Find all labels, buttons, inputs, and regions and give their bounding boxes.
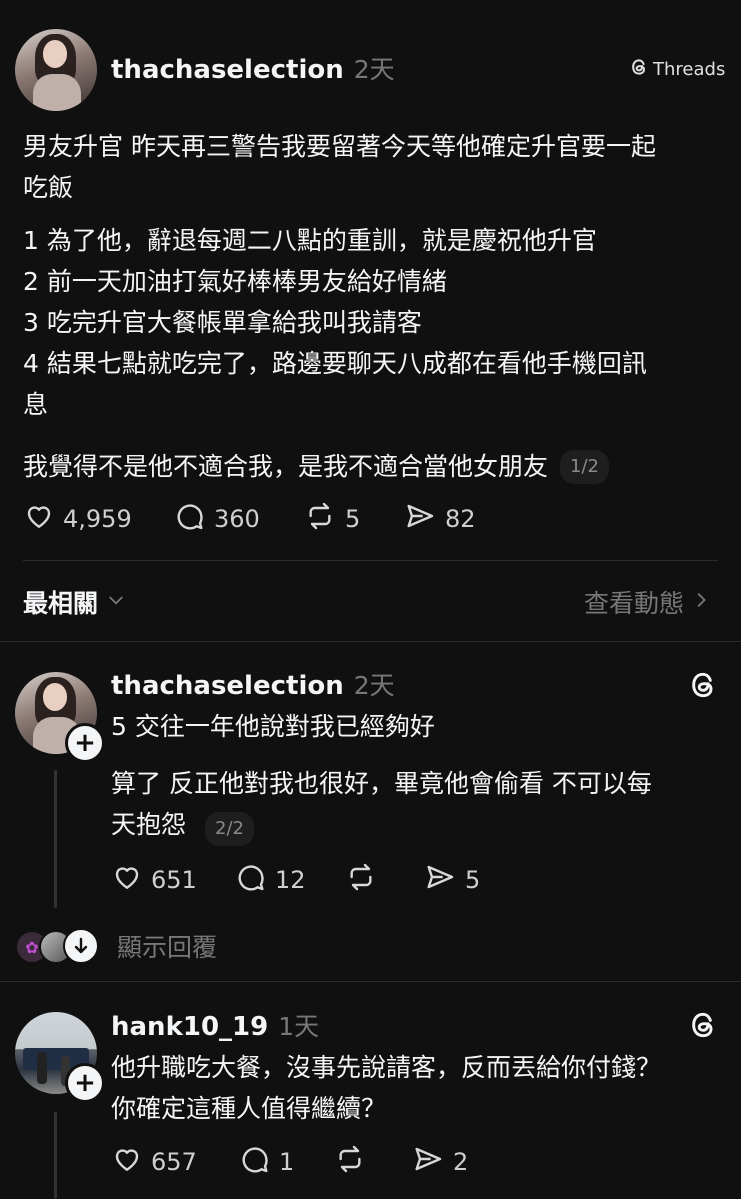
threads-logo-icon bbox=[629, 57, 649, 82]
reply1-line1: 5 交往一年他說對我已經夠好 bbox=[111, 712, 435, 741]
heart-icon bbox=[111, 861, 151, 899]
reply1-comment-count: 12 bbox=[275, 866, 306, 894]
reply1-time: 2天 bbox=[353, 671, 395, 700]
heart-icon bbox=[23, 500, 63, 538]
comment-icon bbox=[239, 1143, 279, 1181]
post-actions: 4,959 360 5 82 bbox=[23, 500, 723, 538]
repost-icon bbox=[303, 500, 345, 538]
post-paragraph-2: 1 為了他，辭退每週二八點的重訓，就是慶祝他升官 2 前一天加油打氣好棒棒男友給… bbox=[23, 226, 647, 419]
show-replies-label: 顯示回覆 bbox=[117, 933, 218, 962]
reply2-like-count: 657 bbox=[151, 1148, 197, 1176]
chevron-right-icon bbox=[694, 590, 710, 614]
post-avatar[interactable] bbox=[15, 29, 97, 111]
comment-button[interactable]: 360 bbox=[174, 500, 260, 538]
page-indicator-badge: 1/2 bbox=[560, 449, 609, 484]
repost-icon bbox=[333, 1143, 375, 1181]
threads-brand-label: Threads bbox=[653, 59, 726, 80]
reply2-repost-button[interactable] bbox=[333, 1143, 375, 1181]
reply1-page-badge: 2/2 bbox=[205, 812, 254, 846]
repost-button[interactable]: 5 bbox=[303, 500, 360, 538]
reply2-text: 他升職吃大餐，沒事先說請客，反而丟給你付錢？ 你確定這種人值得繼續？ bbox=[111, 1053, 662, 1123]
sort-dropdown[interactable]: 最相關 bbox=[23, 584, 126, 620]
reply1-like-count: 651 bbox=[151, 866, 197, 894]
follow-plus-button[interactable]: + bbox=[65, 723, 105, 763]
reply1-actions: 651 12 5 bbox=[111, 861, 711, 899]
heart-icon bbox=[111, 1143, 151, 1181]
reply-divider bbox=[0, 981, 741, 982]
chevron-down-icon bbox=[106, 590, 126, 614]
threads-logo-icon[interactable] bbox=[687, 1009, 719, 1045]
reply1-share-button[interactable]: 5 bbox=[423, 861, 480, 899]
reply2-time: 1天 bbox=[278, 1012, 320, 1041]
reply2-actions: 657 1 2 bbox=[111, 1143, 711, 1181]
follow-plus-button[interactable]: + bbox=[65, 1063, 105, 1103]
like-button[interactable]: 4,959 bbox=[23, 500, 132, 538]
reply2-username[interactable]: hank10_19 bbox=[111, 1012, 268, 1042]
like-count: 4,959 bbox=[63, 505, 132, 533]
reply1-like-button[interactable]: 651 bbox=[111, 861, 197, 899]
reply1-comment-button[interactable]: 12 bbox=[235, 861, 306, 899]
expand-down-icon bbox=[63, 928, 99, 964]
share-count: 82 bbox=[445, 505, 476, 533]
section-divider bbox=[0, 641, 741, 642]
post-divider bbox=[23, 560, 718, 561]
reply2-share-count: 2 bbox=[453, 1148, 469, 1176]
thread-connector-line bbox=[54, 1112, 57, 1199]
share-icon bbox=[423, 861, 465, 899]
threads-logo-icon[interactable] bbox=[687, 669, 719, 705]
post-paragraph-3: 我覺得不是他不適合我，是我不適合當他女朋友 bbox=[23, 452, 549, 481]
reply1-line2: 算了 反正他對我也很好，畢竟他會偷看 不可以每 天抱怨 bbox=[111, 769, 652, 839]
share-icon bbox=[411, 1143, 453, 1181]
post-time: 2天 bbox=[353, 55, 395, 84]
flower-icon: ✿ bbox=[25, 937, 39, 957]
reply2-comment-button[interactable]: 1 bbox=[239, 1143, 294, 1181]
reply2-like-button[interactable]: 657 bbox=[111, 1143, 197, 1181]
reply1-username[interactable]: thachaselection bbox=[111, 671, 344, 701]
view-activity-link[interactable]: 查看動態 bbox=[584, 584, 710, 620]
comment-icon bbox=[235, 861, 275, 899]
sort-label: 最相關 bbox=[23, 589, 99, 618]
show-replies-row[interactable]: ✿ 顯示回覆 bbox=[15, 927, 315, 964]
comment-icon bbox=[174, 500, 214, 538]
repost-count: 5 bbox=[345, 505, 361, 533]
reply2-share-button[interactable]: 2 bbox=[411, 1143, 468, 1181]
repost-icon bbox=[344, 861, 386, 899]
reply1-share-count: 5 bbox=[465, 866, 481, 894]
share-icon bbox=[403, 500, 445, 538]
thread-connector-line bbox=[54, 770, 57, 908]
threads-brand[interactable]: Threads bbox=[629, 57, 725, 82]
reply2-comment-count: 1 bbox=[279, 1148, 295, 1176]
reply1-repost-button[interactable] bbox=[344, 861, 386, 899]
post-paragraph-1: 男友升官 昨天再三警告我要留著今天等他確定升官要一起 吃飯 bbox=[23, 132, 656, 202]
post-username[interactable]: thachaselection bbox=[111, 55, 344, 85]
share-button[interactable]: 82 bbox=[403, 500, 476, 538]
comment-count: 360 bbox=[214, 505, 260, 533]
view-activity-label: 查看動態 bbox=[584, 589, 685, 618]
